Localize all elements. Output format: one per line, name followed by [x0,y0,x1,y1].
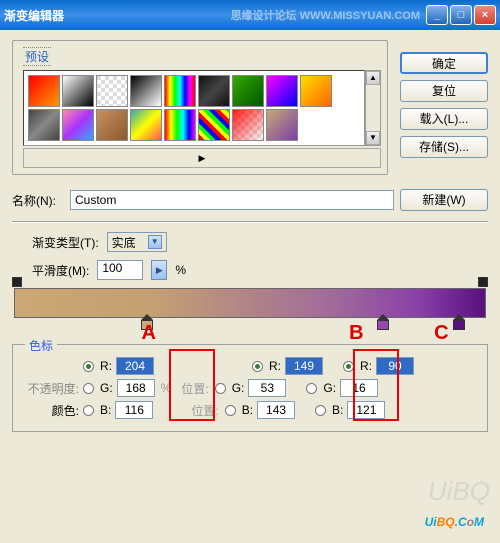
b-b-input[interactable]: 143 [257,401,295,419]
annotation-c: C [434,322,448,345]
ok-button[interactable]: 确定 [400,52,488,74]
g-label: G: [323,381,336,395]
name-label: 名称(N): [12,192,64,209]
preset-swatch[interactable] [28,75,60,107]
preset-swatch[interactable] [164,75,196,107]
stops-title: 色标 [25,337,57,354]
preset-swatch[interactable] [130,109,162,141]
presets-grid [23,70,365,146]
g-label: G: [100,381,113,395]
presets-group: 预设 [12,40,388,175]
scroll-up-icon[interactable]: ▲ [366,71,380,85]
color-stop-b[interactable] [377,319,389,331]
radio-g-a[interactable] [83,383,94,394]
color-label: 颜色: [23,402,79,419]
presets-menu-button[interactable]: ▶ [23,148,381,168]
preset-swatch[interactable] [266,75,298,107]
preset-swatch[interactable] [232,75,264,107]
color-stop-c[interactable] [453,319,465,331]
preset-swatch[interactable] [198,109,230,141]
load-button[interactable]: 载入(L)... [400,108,488,130]
name-input[interactable] [70,190,394,210]
save-button[interactable]: 存储(S)... [400,136,488,158]
percent-label: % [175,263,186,277]
gradient-type-label: 渐变类型(T): [32,234,99,251]
gradient-editor[interactable]: A B C [14,288,486,318]
preset-swatch[interactable] [96,75,128,107]
preset-swatch[interactable] [232,109,264,141]
b-label: B: [332,403,343,417]
smoothness-label: 平滑度(M): [32,262,89,279]
gradient-bar[interactable] [14,288,486,318]
dialog-body: 预设 [0,30,500,543]
maximize-button[interactable]: □ [450,5,472,25]
preset-swatch[interactable] [130,75,162,107]
close-button[interactable]: × [474,5,496,25]
gradient-type-select[interactable]: 实底 ▼ [107,232,167,252]
radio-g-b[interactable] [215,383,226,394]
r-label: R: [269,359,281,373]
window-buttons: _ □ × [426,5,496,25]
g-a-input[interactable]: 168 [117,379,155,397]
preset-swatch[interactable] [266,109,298,141]
annotation-box-b [353,349,399,421]
presets-scrollbar[interactable]: ▲ ▼ [365,70,381,146]
g-b-input[interactable]: 53 [248,379,286,397]
smoothness-input[interactable]: 100 [97,260,143,280]
minimize-button[interactable]: _ [426,5,448,25]
opacity-label: 不透明度: [23,380,79,397]
preset-swatch[interactable] [62,109,94,141]
preset-swatch[interactable] [198,75,230,107]
b-label: B: [100,403,111,417]
opacity-stop-left[interactable] [12,277,22,287]
radio-b-a[interactable] [83,405,94,416]
r-b-input[interactable]: 149 [285,357,323,375]
b-label: B: [242,403,253,417]
preset-swatch[interactable] [96,109,128,141]
g-label: G: [232,381,245,395]
stops-group: 色标 R: 204 R: 149 R: 90 不透明度: G: 168 % 位置… [12,344,488,432]
scroll-down-icon[interactable]: ▼ [366,131,380,145]
gradient-type-value: 实底 [112,234,136,251]
radio-b-c[interactable] [315,405,326,416]
watermark-faint: UiBQ [428,476,490,507]
opacity-stop-right[interactable] [478,277,488,287]
preset-swatch[interactable] [300,75,332,107]
divider [12,221,488,222]
radio-r-b[interactable] [252,361,263,372]
radio-g-c[interactable] [306,383,317,394]
preset-swatch[interactable] [62,75,94,107]
preset-swatch[interactable] [164,109,196,141]
chevron-down-icon: ▼ [148,235,162,249]
reset-button[interactable]: 复位 [400,80,488,102]
right-buttons: 确定 复位 载入(L)... 存储(S)... [400,52,488,175]
radio-r-a[interactable] [83,361,94,372]
presets-label: 预设 [23,47,51,66]
new-button[interactable]: 新建(W) [400,189,488,211]
preset-swatch[interactable] [28,109,60,141]
title-bar: 渐变编辑器 思缘设计论坛 WWW.MISSYUAN.COM _ □ × [0,0,500,30]
watermark-bottom: UiBQ.CoM [425,510,484,531]
b-a-input[interactable]: 116 [115,401,153,419]
watermark-top: 思缘设计论坛 WWW.MISSYUAN.COM [231,7,420,23]
window-title: 渐变编辑器 [4,7,64,24]
radio-b-b[interactable] [225,405,236,416]
r-a-input[interactable]: 204 [116,357,154,375]
r-label: R: [100,359,112,373]
annotation-box-a [169,349,215,421]
smoothness-spinner[interactable]: ▶ [151,260,167,280]
annotation-b: B [349,322,363,345]
annotation-a: A [141,322,155,345]
